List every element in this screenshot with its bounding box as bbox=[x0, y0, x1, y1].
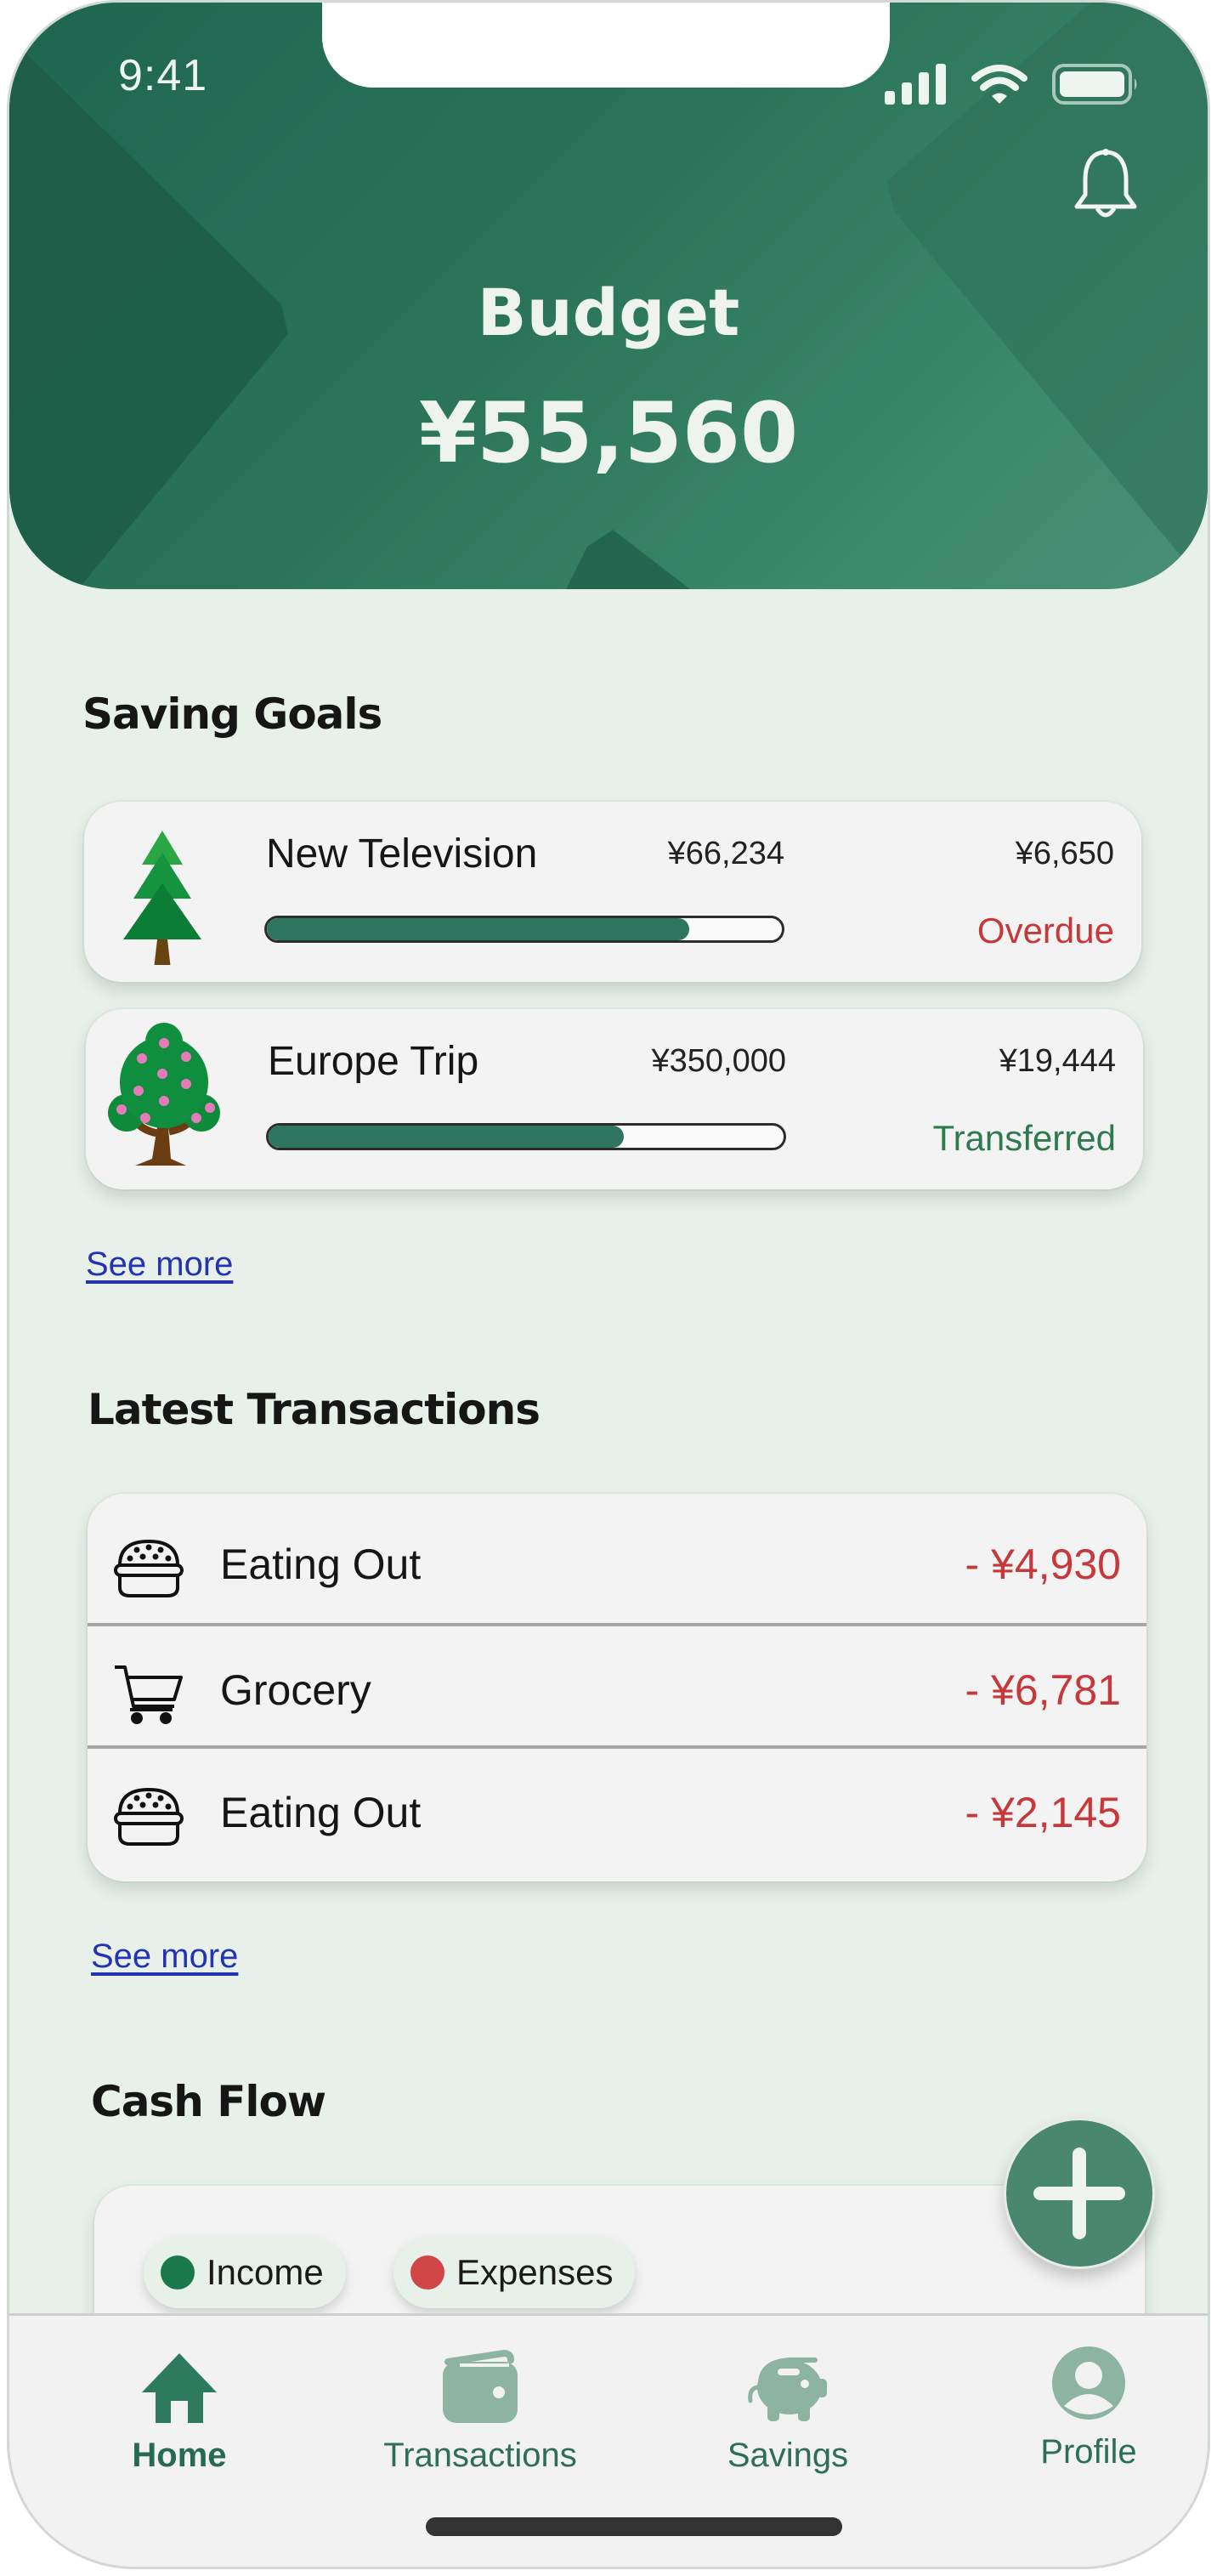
goal-saved: ¥19,444 bbox=[999, 1043, 1116, 1079]
cash-flow-title: Cash Flow bbox=[91, 2077, 326, 2126]
saving-goals-title: Saving Goals bbox=[82, 689, 382, 739]
blossom-tree-icon bbox=[108, 1023, 220, 1166]
burger-icon bbox=[114, 1787, 184, 1846]
transaction-category: Grocery bbox=[220, 1666, 371, 1714]
status-icons bbox=[883, 62, 1140, 106]
nav-profile[interactable]: Profile bbox=[987, 2345, 1191, 2471]
goal-target: ¥66,234 bbox=[667, 836, 784, 871]
nav-home[interactable]: Home bbox=[77, 2350, 281, 2475]
transaction-row[interactable]: Grocery - ¥6,781 bbox=[88, 1623, 1146, 1745]
nav-label: Savings bbox=[727, 2437, 849, 2474]
see-more-goals-link[interactable]: See more bbox=[86, 1245, 233, 1284]
goal-name: Europe Trip bbox=[268, 1039, 479, 1084]
transaction-amount: - ¥4,930 bbox=[965, 1540, 1121, 1588]
see-more-transactions-link[interactable]: See more bbox=[91, 1938, 238, 1976]
nav-savings[interactable]: Savings bbox=[686, 2350, 890, 2475]
transaction-amount: - ¥2,145 bbox=[965, 1789, 1121, 1836]
phone-screen: 9:41 Budget ¥55,560 Saving Goals New Tel… bbox=[7, 0, 1210, 2569]
goal-card[interactable]: Europe Trip ¥350,000 ¥19,444 Transferred bbox=[86, 1009, 1143, 1189]
goal-status: Transferred bbox=[932, 1118, 1116, 1158]
nav-label: Transactions bbox=[383, 2437, 577, 2474]
nav-transactions[interactable]: Transactions bbox=[378, 2350, 582, 2475]
budget-amount: ¥55,560 bbox=[418, 385, 799, 482]
burger-icon bbox=[114, 1539, 184, 1597]
add-button[interactable] bbox=[1004, 2118, 1155, 2269]
goal-progress-bar bbox=[264, 916, 784, 943]
shopping-cart-icon bbox=[115, 1665, 183, 1724]
legend-expenses[interactable]: Expenses bbox=[393, 2237, 636, 2308]
legend-label: Income bbox=[207, 2252, 324, 2292]
transaction-row[interactable]: Eating Out - ¥2,145 bbox=[88, 1745, 1146, 1868]
transactions-list: Eating Out - ¥4,930 Grocery - ¥6,781 Eat… bbox=[88, 1494, 1146, 1881]
pine-tree-icon bbox=[123, 831, 201, 965]
goal-progress-fill bbox=[269, 1126, 625, 1148]
expenses-dot bbox=[410, 2255, 444, 2289]
transaction-row[interactable]: Eating Out - ¥4,930 bbox=[88, 1501, 1146, 1623]
wifi-icon bbox=[971, 65, 1027, 104]
wallet-icon bbox=[443, 2350, 518, 2423]
transaction-category: Eating Out bbox=[220, 1540, 422, 1588]
nav-label: Profile bbox=[1040, 2433, 1137, 2471]
goal-progress-fill bbox=[267, 918, 689, 940]
legend-income[interactable]: Income bbox=[144, 2237, 346, 2308]
legend-label: Expenses bbox=[456, 2252, 614, 2292]
signal-icon bbox=[885, 64, 946, 105]
goal-status: Overdue bbox=[976, 911, 1114, 950]
goal-saved: ¥6,650 bbox=[1015, 836, 1114, 871]
battery-icon bbox=[1052, 64, 1137, 105]
goal-target: ¥350,000 bbox=[651, 1043, 787, 1079]
home-indicator bbox=[426, 2517, 842, 2536]
device-notch bbox=[322, 3, 890, 88]
nav-label: Home bbox=[132, 2437, 227, 2474]
transaction-category: Eating Out bbox=[220, 1789, 422, 1836]
profile-icon bbox=[1052, 2346, 1125, 2420]
transaction-amount: - ¥6,781 bbox=[965, 1666, 1121, 1714]
goal-progress-bar bbox=[266, 1123, 786, 1150]
header-decoration bbox=[553, 530, 723, 589]
home-icon bbox=[142, 2353, 217, 2423]
income-dot bbox=[161, 2255, 195, 2289]
plus-icon bbox=[1033, 2148, 1125, 2239]
piggy-bank-icon bbox=[748, 2358, 827, 2421]
goal-name: New Television bbox=[266, 831, 538, 877]
latest-transactions-title: Latest Transactions bbox=[88, 1385, 541, 1434]
bell-icon[interactable] bbox=[1072, 147, 1140, 224]
budget-title: Budget bbox=[477, 275, 740, 350]
status-time: 9:41 bbox=[118, 51, 208, 100]
goal-card[interactable]: New Television ¥66,234 ¥6,650 Overdue bbox=[84, 802, 1141, 982]
